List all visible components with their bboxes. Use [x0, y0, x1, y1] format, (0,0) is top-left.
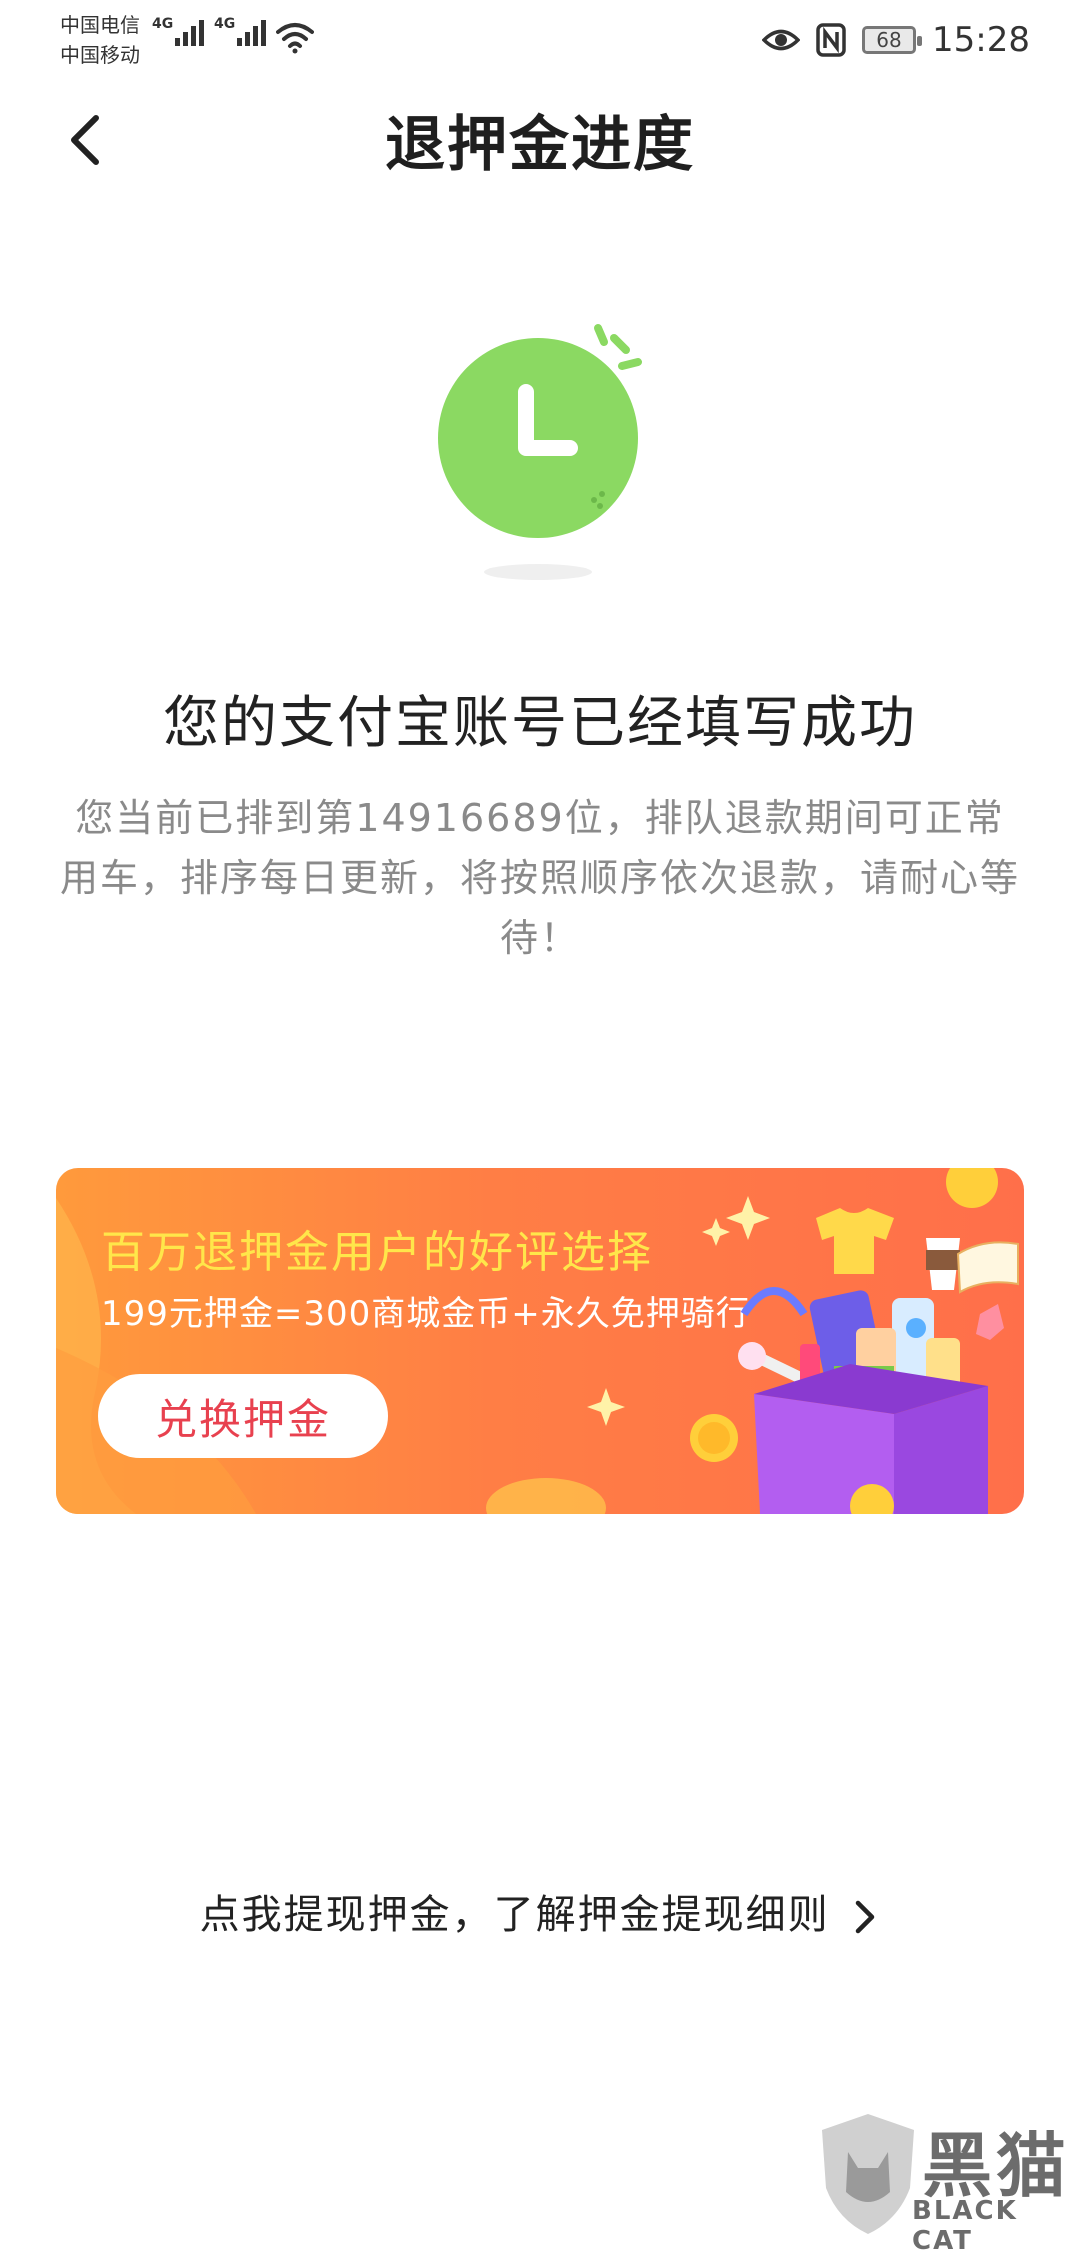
carrier-1: 中国电信 — [60, 10, 140, 40]
status-headline: 您的支付宝账号已经填写成功 — [0, 678, 1080, 759]
withdraw-deposit-link[interactable]: 点我提现押金，了解押金提现细则 — [0, 1882, 1080, 1940]
watermark-subtext: BLACK CAT — [912, 2196, 1080, 2256]
status-bar: 中国电信 中国移动 4G 4G 68 15:28 — [0, 0, 1080, 80]
status-right: 68 15:28 — [762, 18, 1030, 62]
chevron-right-icon — [852, 1897, 880, 1937]
carrier-2: 中国移动 — [60, 40, 140, 70]
promo-banner[interactable]: 百万退押金用户的好评选择 199元押金=300商城金币+永久免押骑行 兑换押金 — [56, 1168, 1024, 1514]
withdraw-link-text: 点我提现押金，了解押金提现细则 — [200, 1892, 830, 1938]
signal-icon: 4G — [152, 16, 204, 46]
signal-icon: 4G — [214, 16, 266, 46]
gift-box-illustration — [604, 1168, 1024, 1514]
clock-icon — [430, 310, 660, 590]
nav-header: 退押金进度 — [0, 80, 1080, 200]
eye-icon — [762, 27, 800, 53]
exchange-deposit-button[interactable]: 兑换押金 — [98, 1374, 388, 1458]
clock-time: 15:28 — [932, 20, 1030, 60]
wifi-icon — [276, 20, 314, 54]
banner-title: 百万退押金用户的好评选择 — [101, 1216, 653, 1280]
battery-icon: 68 — [862, 26, 916, 54]
network-type-2: 4G — [214, 16, 235, 32]
page-title: 退押金进度 — [0, 96, 1080, 183]
cat-shield-logo-icon — [818, 2112, 918, 2236]
queue-description: 您当前已排到第14916689位，排队退款期间可正常用车，排序每日更新，将按照顺… — [60, 788, 1020, 968]
carrier-names: 中国电信 中国移动 — [60, 10, 140, 70]
watermark: 黑猫 BLACK CAT — [800, 2104, 1080, 2244]
network-type-1: 4G — [152, 16, 173, 32]
nfc-icon — [816, 23, 846, 57]
